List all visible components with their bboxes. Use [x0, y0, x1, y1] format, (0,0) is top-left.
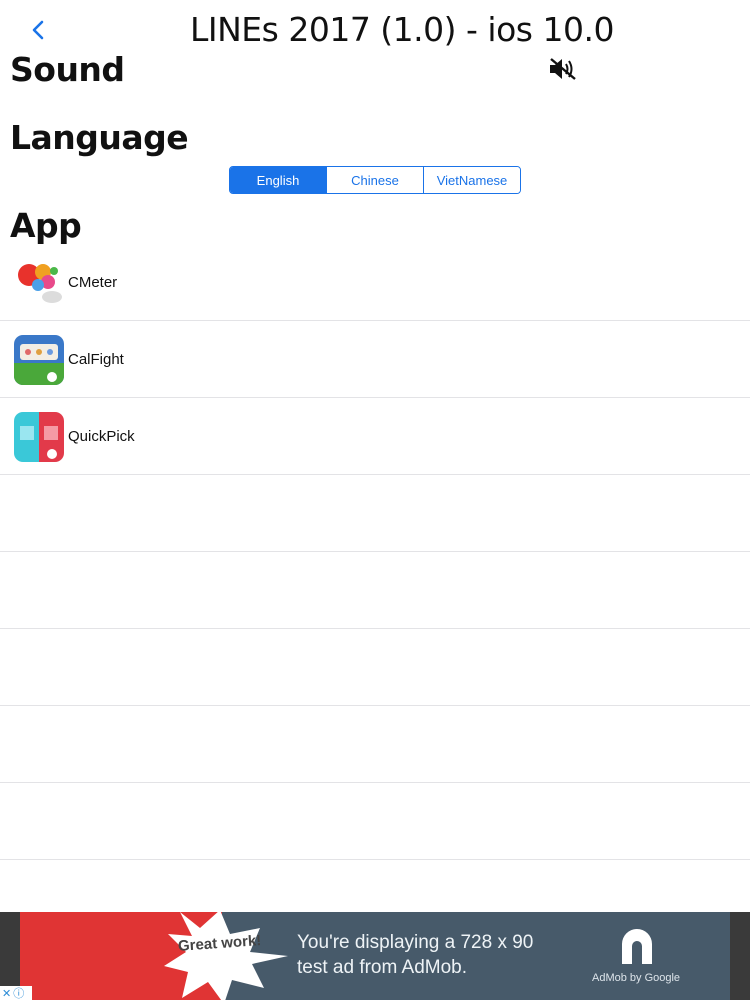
app-row-calfight[interactable]: CalFight — [0, 321, 750, 398]
section-language-heading: Language — [10, 118, 189, 157]
app-row-cmeter[interactable]: CMeter — [0, 244, 750, 321]
calfight-app-icon — [14, 335, 64, 385]
section-sound-heading: Sound — [10, 50, 125, 89]
ad-brand-text: AdMob by Google — [592, 972, 681, 984]
language-segmented-control: English Chinese VietNamese — [229, 166, 521, 194]
empty-row — [0, 706, 750, 783]
language-option-vietnamese[interactable]: VietNamese — [423, 167, 520, 193]
ad-message-line2: test ad from AdMob. — [297, 957, 468, 978]
app-name: CalFight — [68, 351, 124, 368]
ad-message-line1: You're displaying a 728 x 90 — [297, 932, 534, 953]
language-option-chinese[interactable]: Chinese — [326, 167, 423, 193]
info-icon: ⓘ — [13, 988, 25, 1000]
app-list: CMeter CalFight QuickPick — [0, 244, 750, 860]
cmeter-app-icon — [14, 258, 64, 308]
speaker-muted-icon — [550, 58, 576, 80]
close-icon: ✕ — [2, 987, 12, 1000]
page-title: LINEs 2017 (1.0) - ios 10.0 — [190, 10, 614, 49]
empty-row — [0, 475, 750, 552]
empty-row — [0, 783, 750, 860]
ad-banner[interactable]: Great work! You're displaying a 728 x 90… — [0, 912, 750, 1000]
ad-message: You're displaying a 728 x 90 test ad fro… — [297, 930, 533, 980]
quickpick-app-icon — [14, 412, 64, 462]
language-option-english[interactable]: English — [230, 167, 326, 193]
admob-logo-icon — [622, 929, 652, 964]
starburst-icon — [164, 912, 288, 1000]
chevron-left-icon — [32, 20, 44, 40]
app-name: CMeter — [68, 274, 118, 291]
back-button[interactable] — [26, 16, 50, 44]
ad-content: Great work! You're displaying a 728 x 90… — [20, 912, 730, 1000]
empty-row — [0, 552, 750, 629]
app-name: QuickPick — [68, 428, 135, 445]
ad-close-button[interactable]: ✕ ⓘ — [0, 986, 32, 1000]
section-app-heading: App — [10, 206, 82, 245]
app-row-quickpick[interactable]: QuickPick — [0, 398, 750, 475]
sound-toggle-button[interactable] — [548, 56, 578, 82]
empty-row — [0, 629, 750, 706]
